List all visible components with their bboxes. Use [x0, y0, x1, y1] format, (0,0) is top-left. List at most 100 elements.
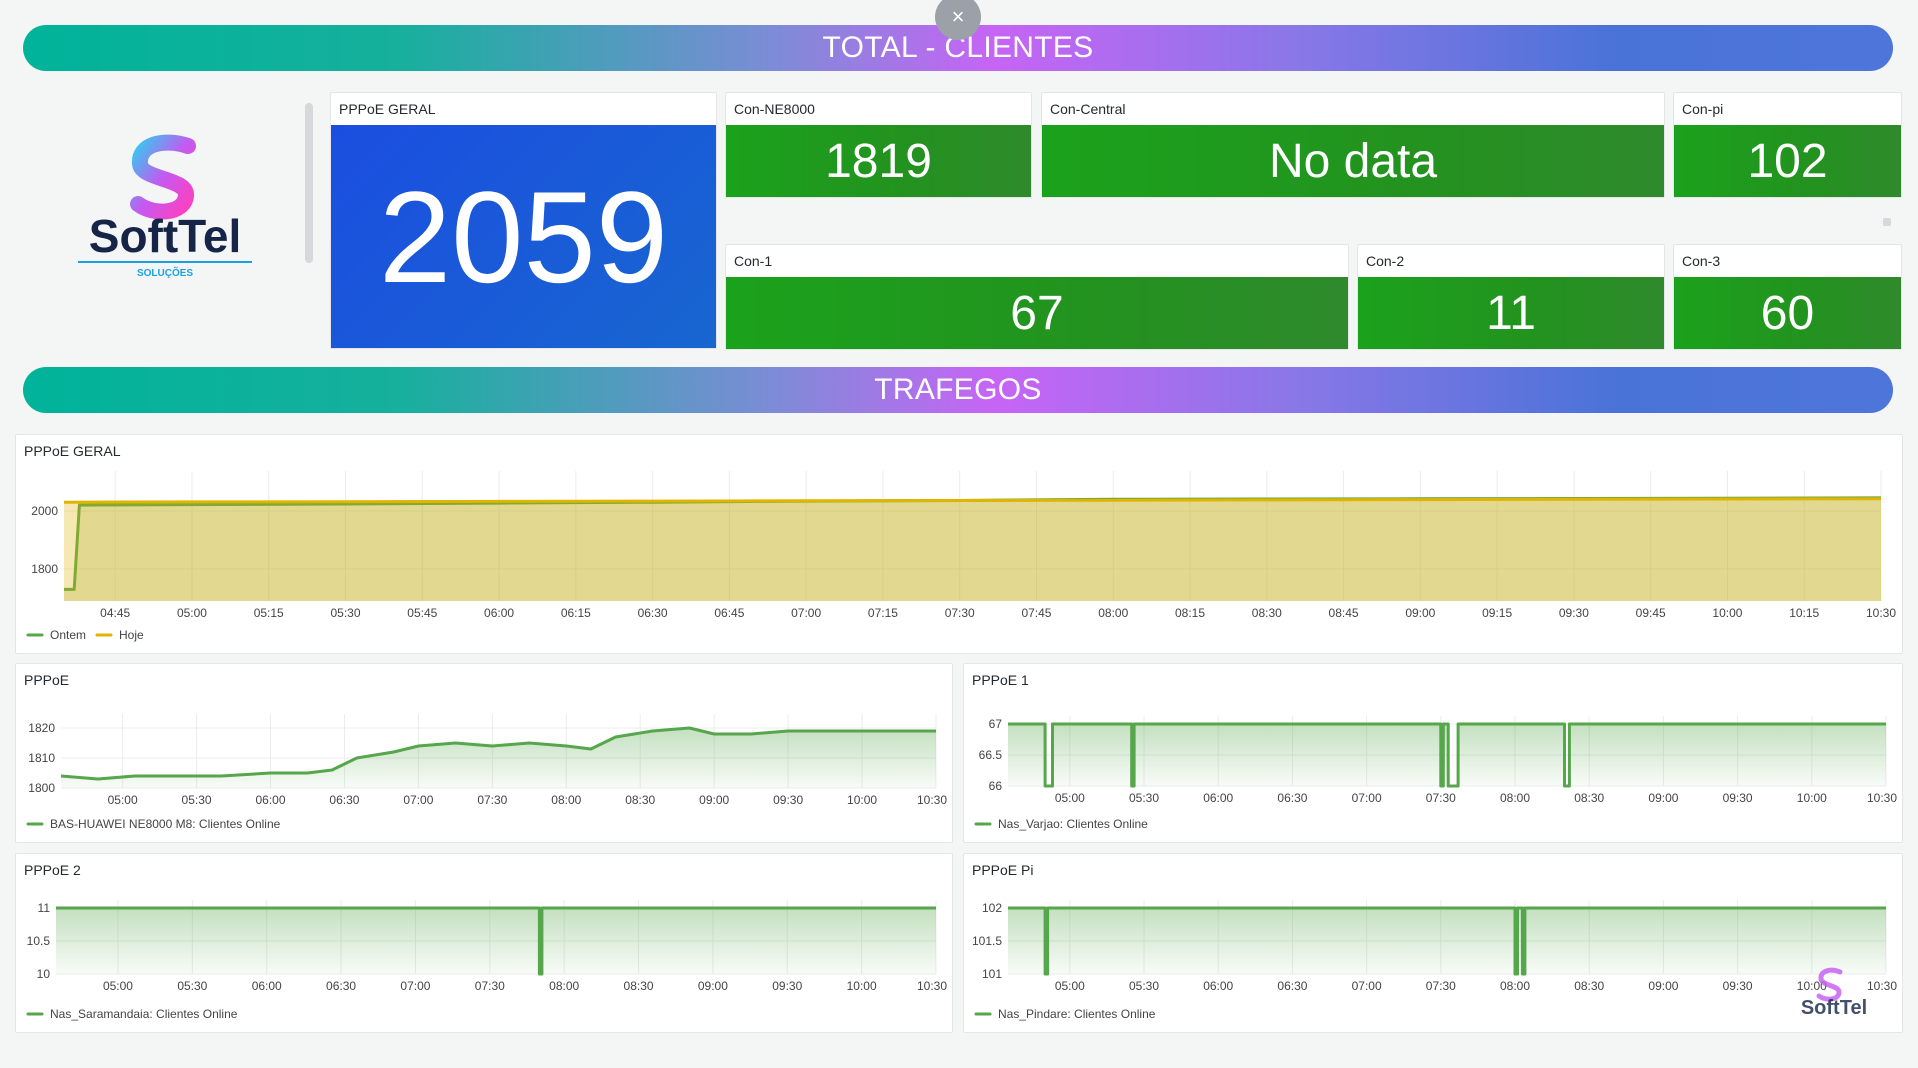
- x-tick-label: 08:00: [551, 793, 581, 807]
- y-tick-label: 10: [37, 967, 51, 981]
- legend-label: Nas_Saramandaia: Clientes Online: [50, 1007, 238, 1021]
- stat-title: Con-2: [1366, 253, 1405, 269]
- x-tick-label: 10:00: [847, 793, 877, 807]
- x-tick-label: 07:45: [1021, 606, 1051, 620]
- x-tick-label: 05:00: [108, 793, 138, 807]
- x-tick-label: 08:00: [1500, 979, 1530, 993]
- panel-pppoe-1: PPPoE 1 66 66.5 67 05:00 05:30 06:00 06:30 07:0…: [963, 663, 1903, 843]
- x-tick-label: 10:00: [1712, 606, 1742, 620]
- x-tick-label: 10:00: [847, 979, 877, 993]
- x-tick-label: 07:15: [868, 606, 898, 620]
- x-tick-label: 08:30: [625, 793, 655, 807]
- watermark-logo: SoftTel: [1801, 967, 1867, 1019]
- stat-title: Con-NE8000: [734, 101, 815, 117]
- stat-pppoe-geral: PPPoE GERAL 2059: [330, 92, 717, 349]
- x-tick-label: 05:15: [254, 606, 284, 620]
- y-tick-label: 1800: [28, 781, 55, 795]
- x-tick-label: 08:00: [1098, 606, 1128, 620]
- y-tick-label: 2000: [31, 504, 58, 518]
- legend-label: Nas_Pindare: Clientes Online: [998, 1007, 1156, 1021]
- x-tick-label: 07:00: [1352, 791, 1382, 805]
- x-tick-label: 09:45: [1636, 606, 1666, 620]
- x-tick-label: 09:15: [1482, 606, 1512, 620]
- x-tick-label: 10:30: [1867, 791, 1897, 805]
- stat-con-pi: Con-pi 102: [1673, 92, 1902, 198]
- y-tick-label: 102: [982, 901, 1002, 915]
- x-tick-label: 06:30: [326, 979, 356, 993]
- panel-pppoe-pi: PPPoE Pi 101 101.5 102 05:00 05:30 06:00 06:30…: [963, 853, 1903, 1033]
- series-area: [56, 908, 936, 974]
- x-tick-label: 05:00: [1055, 979, 1085, 993]
- x-tick-label: 05:30: [182, 793, 212, 807]
- stat-con-central: Con-Central No data: [1041, 92, 1665, 198]
- y-tick-label: 66: [989, 779, 1003, 793]
- legend-label: BAS-HUAWEI NE8000 M8: Clientes Online: [50, 817, 281, 831]
- logo-text: SoftTel: [89, 210, 241, 262]
- banner-trafegos: TRAFEGOS: [23, 367, 1893, 413]
- stat-value: 102: [1674, 125, 1901, 197]
- x-tick-label: 06:15: [561, 606, 591, 620]
- stat-title: Con-pi: [1682, 101, 1724, 117]
- panel-pppoe: PPPoE 1800 1810 1820 05:00 05:30 06:00 06:30 07…: [15, 663, 953, 843]
- x-tick-label: 10:15: [1789, 606, 1819, 620]
- x-tick-label: 05:00: [1055, 791, 1085, 805]
- x-tick-label: 09:00: [698, 979, 728, 993]
- x-tick-label: 08:30: [1574, 979, 1604, 993]
- x-tick-label: 05:30: [1129, 791, 1159, 805]
- stat-con-ne8000: Con-NE8000 1819: [725, 92, 1032, 198]
- x-tick-label: 08:15: [1175, 606, 1205, 620]
- x-tick-label: 07:00: [400, 979, 430, 993]
- x-tick-label: 10:30: [917, 979, 947, 993]
- legend-label: Nas_Varjao: Clientes Online: [998, 817, 1148, 831]
- stat-con-1: Con-1 67: [725, 244, 1349, 350]
- x-tick-label: 06:30: [638, 606, 668, 620]
- logo-graphic: SoftTel SOLUÇÕES: [78, 134, 252, 279]
- chart-pppoe-2: 10 10.5 11 05:00 05:30 06:00 06:30 07:00 07:30 08…: [26, 900, 947, 1021]
- stat-title: Con-Central: [1050, 101, 1126, 117]
- stat-value: 11: [1358, 277, 1664, 349]
- x-tick-label: 09:30: [1723, 979, 1753, 993]
- x-tick-label: 10:00: [1797, 791, 1827, 805]
- x-tick-label: 08:45: [1329, 606, 1359, 620]
- y-tick-label: 1810: [28, 751, 55, 765]
- softtel-logo: SoftTel SOLUÇÕES: [60, 130, 270, 290]
- series-area: [64, 498, 1881, 601]
- stat-title: PPPoE GERAL: [339, 101, 436, 117]
- x-tick-label: 09:00: [699, 793, 729, 807]
- y-tick-label: 1800: [31, 562, 58, 576]
- x-tick-label: 07:30: [945, 606, 975, 620]
- x-tick-label: 10:30: [917, 793, 947, 807]
- panel-pppoe-geral: PPPoE GERAL 1800 2000 04:45 05:00 05:15 05:30…: [15, 434, 1903, 654]
- stat-title: Con-3: [1682, 253, 1721, 269]
- x-tick-label: 06:00: [255, 793, 285, 807]
- stat-value: 1819: [726, 125, 1031, 197]
- stat-value: No data: [1042, 125, 1664, 197]
- resize-handle[interactable]: [1883, 218, 1891, 226]
- y-tick-label: 67: [989, 717, 1003, 731]
- x-tick-label: 05:30: [330, 606, 360, 620]
- x-tick-label: 05:30: [177, 979, 207, 993]
- stat-value: 2059: [331, 125, 716, 348]
- x-tick-label: 05:00: [177, 606, 207, 620]
- x-tick-label: 06:00: [252, 979, 282, 993]
- x-tick-label: 04:45: [100, 606, 130, 620]
- y-tick-label: 66.5: [979, 748, 1003, 762]
- y-tick-label: 101: [982, 967, 1002, 981]
- x-tick-label: 09:00: [1648, 791, 1678, 805]
- x-tick-label: 07:00: [403, 793, 433, 807]
- x-tick-label: 06:00: [484, 606, 514, 620]
- stat-con-2: Con-2 11: [1357, 244, 1665, 350]
- x-tick-label: 07:30: [1426, 979, 1456, 993]
- chart-pppoe-geral: 1800 2000 04:45 05:00 05:15 05:30 05:45 06:00 06…: [26, 471, 1896, 642]
- x-tick-label: 06:00: [1203, 791, 1233, 805]
- x-tick-label: 05:00: [103, 979, 133, 993]
- legend-label: Ontem: [50, 628, 86, 642]
- logo-tagline: SOLUÇÕES: [137, 266, 193, 279]
- y-tick-label: 1820: [28, 721, 55, 735]
- scrollbar-thumb[interactable]: [305, 103, 313, 263]
- x-tick-label: 09:30: [773, 793, 803, 807]
- x-tick-label: 05:45: [407, 606, 437, 620]
- stat-value: 67: [726, 277, 1348, 349]
- x-tick-label: 07:00: [1352, 979, 1382, 993]
- chart-pppoe: 1800 1810 1820 05:00 05:30 06:00 06:30 07:00 07:…: [26, 714, 947, 831]
